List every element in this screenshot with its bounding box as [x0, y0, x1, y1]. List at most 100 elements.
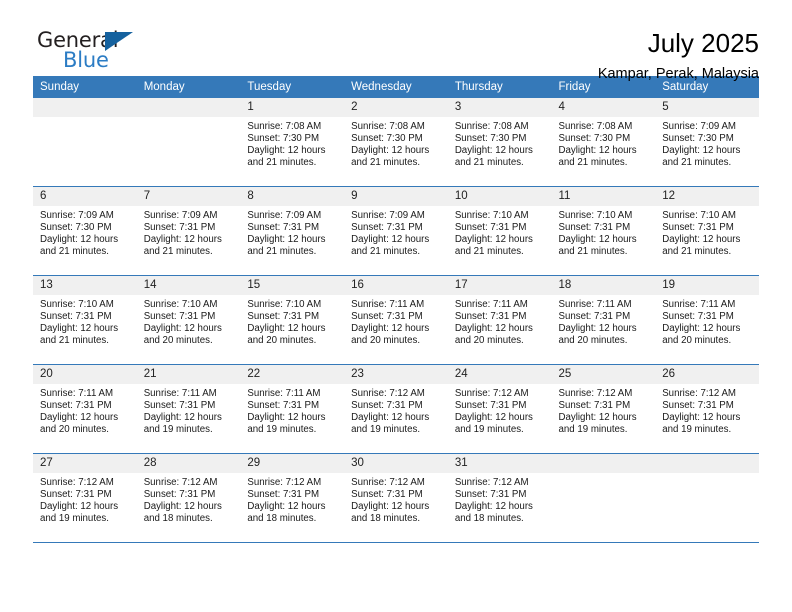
day-details: Sunrise: 7:08 AM Sunset: 7:30 PM Daylight:… [448, 117, 552, 169]
weekday-header-tuesday: Tuesday [240, 76, 345, 98]
sunset-text: Sunset: 7:30 PM [454, 133, 527, 145]
sunrise-text: Sunrise: 7:12 AM [40, 477, 114, 488]
daylight-text: Daylight: 12 hours and 21 minutes. [662, 145, 741, 169]
sunrise-text: Sunrise: 7:12 AM [351, 477, 425, 488]
sunset-text: Sunset: 7:31 PM [143, 311, 216, 323]
day-details: Sunrise: 7:10 AM Sunset: 7:31 PM Daylight:… [552, 206, 656, 258]
day-details: Sunrise: 7:08 AM Sunset: 7:30 PM Daylight:… [552, 117, 656, 169]
calendar-day-cell[interactable]: 2 Sunrise: 7:08 AM Sunset: 7:30 PM Daylight… [344, 98, 448, 187]
day-details: Sunrise: 7:12 AM Sunset: 7:31 PM Daylight:… [344, 384, 448, 436]
day-details: Sunrise: 7:11 AM Sunset: 7:31 PM Daylight:… [137, 384, 241, 436]
daylight-text: Daylight: 12 hours and 19 minutes. [558, 412, 637, 436]
calendar-day-cell[interactable]: 24 Sunrise: 7:12 AM Sunset: 7:31 PM Dayligh… [447, 364, 552, 454]
daylight-text: Daylight: 12 hours and 20 minutes. [40, 412, 119, 436]
day-number [655, 454, 759, 473]
calendar-day-cell[interactable]: 22 Sunrise: 7:11 AM Sunset: 7:31 PM Dayligh… [240, 364, 345, 454]
calendar-day-cell[interactable]: 18 Sunrise: 7:11 AM Sunset: 7:31 PM Dayligh… [551, 275, 656, 365]
calendar-day-cell[interactable]: 29 Sunrise: 7:12 AM Sunset: 7:31 PM Dayligh… [240, 453, 345, 543]
calendar-day-cell-empty [655, 453, 759, 543]
general-blue-logo[interactable]: General Blue [33, 28, 153, 76]
calendar-day-cell[interactable]: 20 Sunrise: 7:11 AM Sunset: 7:31 PM Dayligh… [33, 364, 137, 454]
daylight-text: Daylight: 12 hours and 19 minutes. [143, 412, 222, 436]
calendar-day-cell[interactable]: 1 Sunrise: 7:08 AM Sunset: 7:30 PM Daylight… [240, 98, 345, 187]
sunrise-text: Sunrise: 7:12 AM [454, 388, 529, 399]
daylight-text: Daylight: 12 hours and 21 minutes. [454, 145, 533, 169]
daylight-text: Daylight: 12 hours and 21 minutes. [662, 234, 741, 258]
day-details: Sunrise: 7:12 AM Sunset: 7:31 PM Daylight:… [240, 473, 344, 525]
daylight-text: Daylight: 12 hours and 19 minutes. [40, 501, 119, 525]
day-details: Sunrise: 7:10 AM Sunset: 7:31 PM Daylight:… [655, 206, 759, 258]
calendar-day-cell[interactable]: 14 Sunrise: 7:10 AM Sunset: 7:31 PM Dayligh… [136, 275, 241, 365]
day-number [136, 98, 241, 117]
day-number: 23 [344, 365, 448, 384]
day-details: Sunrise: 7:09 AM Sunset: 7:30 PM Daylight:… [33, 206, 137, 258]
calendar-day-cell[interactable]: 13 Sunrise: 7:10 AM Sunset: 7:31 PM Dayligh… [33, 275, 137, 365]
day-details: Sunrise: 7:11 AM Sunset: 7:31 PM Daylight:… [448, 295, 552, 347]
calendar-day-cell[interactable]: 19 Sunrise: 7:11 AM Sunset: 7:31 PM Dayligh… [655, 275, 759, 365]
day-number: 30 [344, 454, 448, 473]
calendar-week-row: 20 Sunrise: 7:11 AM Sunset: 7:31 PM Dayligh… [33, 364, 759, 454]
day-number: 4 [551, 98, 656, 117]
page-header: General Blue July 2025 Kampar, Perak, Ma… [33, 0, 759, 82]
day-details: Sunrise: 7:09 AM Sunset: 7:31 PM Daylight:… [344, 206, 448, 258]
sunset-text: Sunset: 7:31 PM [351, 311, 423, 323]
sunrise-text: Sunrise: 7:11 AM [454, 299, 528, 310]
calendar-day-cell[interactable]: 5 Sunrise: 7:09 AM Sunset: 7:30 PM Daylight… [655, 98, 759, 187]
daylight-text: Daylight: 12 hours and 21 minutes. [40, 323, 119, 347]
calendar-day-cell[interactable]: 8 Sunrise: 7:09 AM Sunset: 7:31 PM Daylight… [240, 186, 345, 276]
daylight-text: Daylight: 12 hours and 19 minutes. [454, 412, 533, 436]
sunset-text: Sunset: 7:31 PM [558, 222, 631, 234]
calendar-day-cell[interactable]: 9 Sunrise: 7:09 AM Sunset: 7:31 PM Daylight… [344, 186, 448, 276]
calendar-day-cell[interactable]: 11 Sunrise: 7:10 AM Sunset: 7:31 PM Dayligh… [551, 186, 656, 276]
calendar-day-cell[interactable]: 16 Sunrise: 7:11 AM Sunset: 7:31 PM Dayligh… [344, 275, 448, 365]
sunrise-text: Sunrise: 7:12 AM [662, 388, 736, 399]
sunset-text: Sunset: 7:31 PM [143, 222, 216, 234]
calendar-day-cell[interactable]: 27 Sunrise: 7:12 AM Sunset: 7:31 PM Dayligh… [33, 453, 137, 543]
calendar-day-cell[interactable]: 15 Sunrise: 7:10 AM Sunset: 7:31 PM Dayligh… [240, 275, 345, 365]
sunset-text: Sunset: 7:31 PM [662, 311, 734, 323]
daylight-text: Daylight: 12 hours and 19 minutes. [662, 412, 741, 436]
sunrise-text: Sunrise: 7:12 AM [143, 477, 218, 488]
calendar-day-cell[interactable]: 3 Sunrise: 7:08 AM Sunset: 7:30 PM Daylight… [447, 98, 552, 187]
daylight-text: Daylight: 12 hours and 20 minutes. [247, 323, 326, 347]
calendar-grid: Sunday Monday Tuesday Wednesday Thursday… [33, 76, 759, 543]
calendar-day-cell[interactable]: 10 Sunrise: 7:10 AM Sunset: 7:31 PM Dayligh… [447, 186, 552, 276]
sunset-text: Sunset: 7:31 PM [351, 222, 423, 234]
day-number: 26 [655, 365, 759, 384]
calendar-day-cell[interactable]: 4 Sunrise: 7:08 AM Sunset: 7:30 PM Daylight… [551, 98, 656, 187]
day-number: 6 [33, 187, 137, 206]
sunset-text: Sunset: 7:31 PM [40, 311, 112, 323]
day-details: Sunrise: 7:12 AM Sunset: 7:31 PM Daylight:… [33, 473, 137, 525]
daylight-text: Daylight: 12 hours and 20 minutes. [351, 323, 430, 347]
daylight-text: Daylight: 12 hours and 18 minutes. [247, 501, 326, 525]
sunset-text: Sunset: 7:31 PM [351, 489, 423, 501]
sunset-text: Sunset: 7:30 PM [558, 133, 631, 145]
sunset-text: Sunset: 7:31 PM [40, 489, 112, 501]
daylight-text: Daylight: 12 hours and 21 minutes. [558, 234, 637, 258]
day-details: Sunrise: 7:10 AM Sunset: 7:31 PM Daylight:… [33, 295, 137, 347]
calendar-day-cell[interactable]: 26 Sunrise: 7:12 AM Sunset: 7:31 PM Dayligh… [655, 364, 759, 454]
calendar-day-cell[interactable]: 12 Sunrise: 7:10 AM Sunset: 7:31 PM Dayligh… [655, 186, 759, 276]
calendar-day-cell[interactable]: 31 Sunrise: 7:12 AM Sunset: 7:31 PM Dayligh… [447, 453, 552, 543]
day-details: Sunrise: 7:12 AM Sunset: 7:31 PM Daylight:… [655, 384, 759, 436]
sunset-text: Sunset: 7:31 PM [351, 400, 423, 412]
calendar-day-cell[interactable]: 25 Sunrise: 7:12 AM Sunset: 7:31 PM Dayligh… [551, 364, 656, 454]
calendar-day-cell-empty [136, 98, 241, 187]
daylight-text: Daylight: 12 hours and 20 minutes. [454, 323, 533, 347]
daylight-text: Daylight: 12 hours and 20 minutes. [143, 323, 222, 347]
sunrise-text: Sunrise: 7:09 AM [40, 210, 114, 221]
sunrise-text: Sunrise: 7:11 AM [662, 299, 736, 310]
calendar-day-cell[interactable]: 17 Sunrise: 7:11 AM Sunset: 7:31 PM Dayligh… [447, 275, 552, 365]
calendar-day-cell[interactable]: 30 Sunrise: 7:12 AM Sunset: 7:31 PM Dayligh… [344, 453, 448, 543]
calendar-day-cell[interactable]: 23 Sunrise: 7:12 AM Sunset: 7:31 PM Dayligh… [344, 364, 448, 454]
daylight-text: Daylight: 12 hours and 19 minutes. [351, 412, 430, 436]
calendar-day-cell[interactable]: 6 Sunrise: 7:09 AM Sunset: 7:30 PM Daylight… [33, 186, 137, 276]
day-details: Sunrise: 7:11 AM Sunset: 7:31 PM Daylight:… [240, 384, 344, 436]
calendar-day-cell[interactable]: 7 Sunrise: 7:09 AM Sunset: 7:31 PM Daylight… [136, 186, 241, 276]
day-number: 17 [447, 276, 552, 295]
sunrise-text: Sunrise: 7:08 AM [558, 121, 633, 132]
sunrise-text: Sunrise: 7:12 AM [558, 388, 633, 399]
calendar-day-cell[interactable]: 28 Sunrise: 7:12 AM Sunset: 7:31 PM Dayligh… [136, 453, 241, 543]
calendar-day-cell[interactable]: 21 Sunrise: 7:11 AM Sunset: 7:31 PM Dayligh… [136, 364, 241, 454]
daylight-text: Daylight: 12 hours and 21 minutes. [247, 145, 326, 169]
